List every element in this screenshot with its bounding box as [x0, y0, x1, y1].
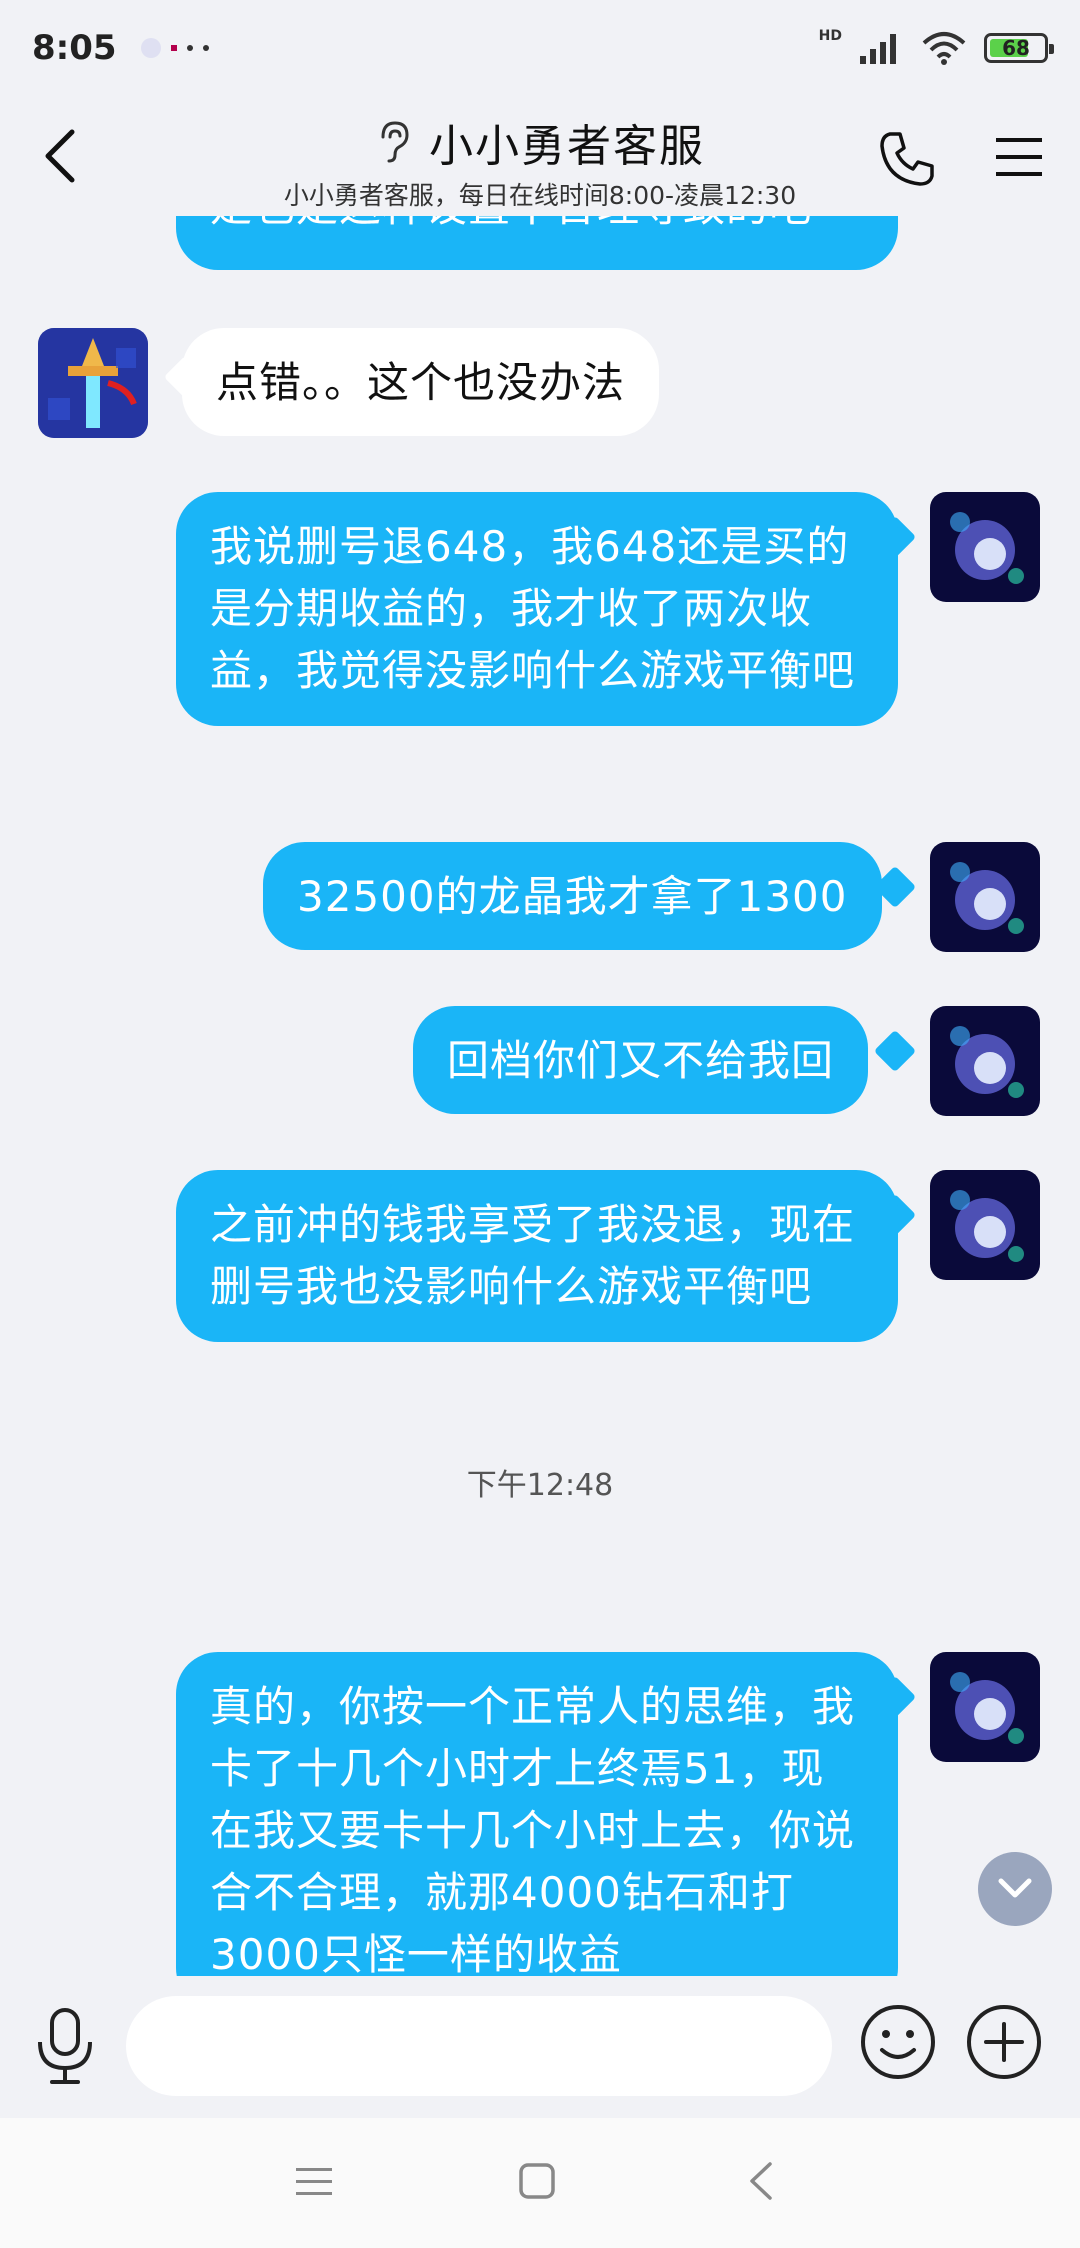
message-bubble-outgoing[interactable]: 32500的龙晶我才拿了1300 [263, 842, 882, 950]
more-dot-icon [202, 45, 209, 51]
message-text: 回档你们又不给我回 [447, 1036, 835, 1085]
emoji-icon[interactable] [858, 2002, 938, 2082]
status-time: 8:05 [32, 28, 117, 68]
system-nav-bar [0, 2118, 1080, 2248]
message-input[interactable] [126, 1996, 832, 2096]
user-avatar[interactable] [930, 492, 1040, 602]
cs-avatar[interactable] [38, 328, 148, 438]
hd-label: HD [818, 28, 842, 44]
message-timestamp: 下午12:48 [466, 1468, 614, 1503]
chat-header: 小小勇者客服 小小勇者客服，每日在线时间8:00-凌晨12:30 [0, 96, 1080, 216]
nav-back-icon[interactable] [746, 2160, 776, 2202]
message-text: 我说删号退648，我648还是买的是分期收益的，我才收了两次收益，我觉得没影响什… [210, 522, 856, 695]
menu-icon[interactable] [994, 134, 1044, 180]
more-dot-icon [186, 45, 193, 51]
recent-apps-icon[interactable] [294, 2164, 334, 2200]
notification-icon [140, 38, 161, 58]
phone-icon[interactable] [876, 128, 938, 190]
message-text: 点错。。这个也没办法 [216, 358, 626, 407]
message-text: 真的，你按一个正常人的思维，我卡了十几个小时才上终焉51，现在我又要卡十几个小时… [210, 1682, 856, 1976]
message-bubble-outgoing[interactable]: 回档你们又不给我回 [413, 1006, 869, 1114]
plus-icon[interactable] [964, 2002, 1044, 2082]
input-bar [0, 1976, 1080, 2118]
home-icon[interactable] [518, 2162, 556, 2200]
scroll-to-bottom-button[interactable] [978, 1852, 1052, 1926]
chat-title[interactable]: 小小勇者客服 [429, 110, 705, 174]
message-text: 之前冲的钱我享受了我没退，现在删号我也没影响什么游戏平衡吧 [210, 1200, 856, 1311]
message-bubble-outgoing[interactable]: 真的，你按一个正常人的思维，我卡了十几个小时才上终焉51，现在我又要卡十几个小时… [176, 1652, 898, 1976]
chevron-down-icon [998, 1878, 1032, 1898]
wifi-icon [922, 32, 966, 65]
message-text: 32500的龙晶我才拿了1300 [297, 872, 848, 921]
user-avatar[interactable] [930, 842, 1040, 952]
message-bubble-outgoing[interactable]: 我说删号退648，我648还是买的是分期收益的，我才收了两次收益，我觉得没影响什… [176, 492, 898, 726]
chat-message-list[interactable]: 是也是这种设置不合理导致的吧 点错。。这个也没办法 我说删号退648，我648还… [0, 96, 1080, 1976]
user-avatar[interactable] [930, 1006, 1040, 1116]
battery-level: 68 [1002, 36, 1030, 60]
user-avatar[interactable] [930, 1170, 1040, 1280]
notification-icon [170, 45, 177, 51]
message-bubble-incoming[interactable]: 点错。。这个也没办法 [182, 328, 660, 436]
microphone-icon[interactable] [32, 2006, 98, 2086]
battery-icon: 68 [984, 33, 1054, 63]
status-bar: 8:05 HD 68 [0, 0, 1080, 96]
ear-icon[interactable] [375, 119, 413, 165]
message-bubble-outgoing[interactable]: 之前冲的钱我享受了我没退，现在删号我也没影响什么游戏平衡吧 [176, 1170, 898, 1342]
notification-dots [140, 38, 209, 58]
signal-icon [860, 34, 896, 64]
user-avatar[interactable] [930, 1652, 1040, 1762]
